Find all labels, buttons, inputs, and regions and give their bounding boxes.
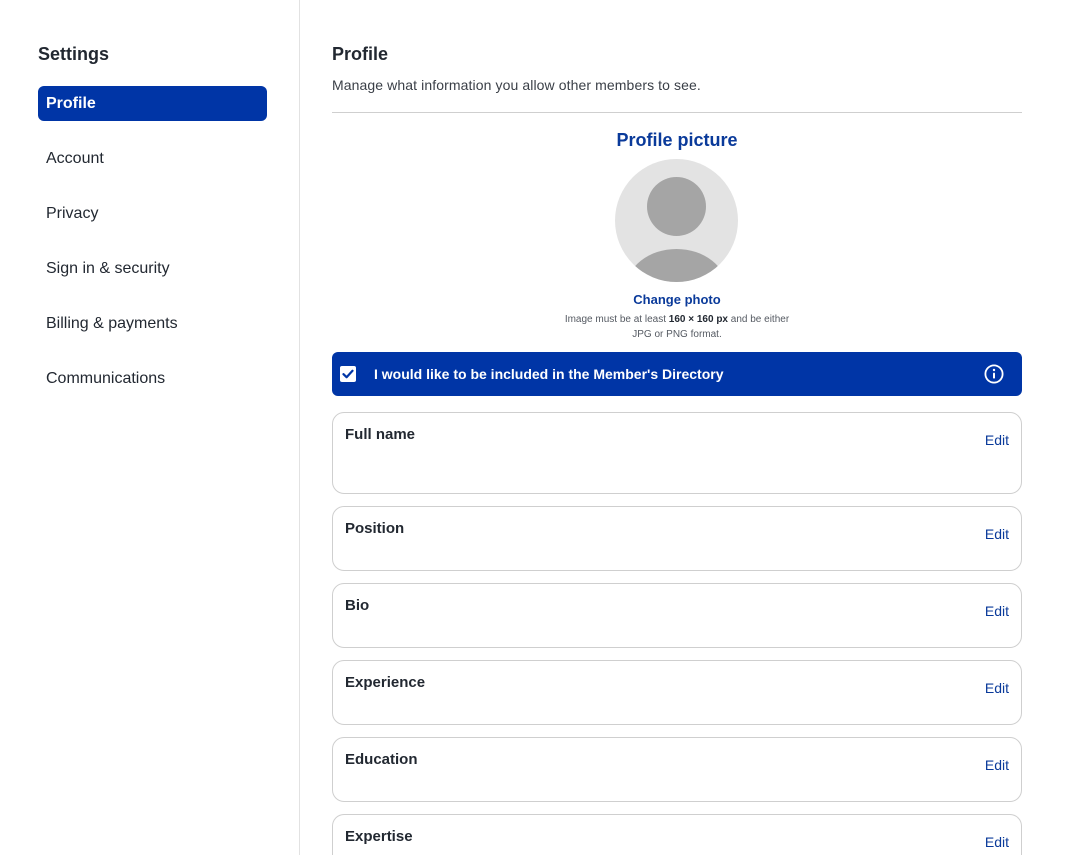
photo-requirements-hint: Image must be at least 160 × 160 px and … [332, 312, 1022, 342]
sidebar-item-account[interactable]: Account [38, 141, 267, 176]
hint-size: 160 × 160 px [668, 314, 728, 325]
field-card-position: Position Edit [332, 506, 1022, 571]
field-card-full-name: Full name Edit [332, 412, 1022, 494]
edit-position-button[interactable]: Edit [985, 526, 1009, 542]
sidebar-item-privacy[interactable]: Privacy [38, 196, 267, 231]
settings-nav: Profile Account Privacy Sign in & securi… [38, 86, 267, 416]
field-label-full-name: Full name [345, 426, 416, 443]
sidebar-item-billing-payments[interactable]: Billing & payments [38, 306, 267, 341]
edit-experience-button[interactable]: Edit [985, 680, 1009, 696]
avatar-body [626, 249, 727, 282]
change-photo-link[interactable]: Change photo [332, 292, 1022, 307]
sidebar-item-profile[interactable]: Profile [38, 86, 267, 121]
checkmark-icon [342, 369, 354, 379]
avatar-placeholder-icon[interactable] [615, 159, 738, 282]
edit-bio-button[interactable]: Edit [985, 603, 1009, 619]
profile-picture-title: Profile picture [616, 130, 738, 150]
sidebar-title: Settings [38, 44, 110, 64]
settings-sidebar: Settings Profile Account Privacy Sign in… [0, 0, 300, 855]
page-subtitle: Manage what information you allow other … [332, 77, 701, 93]
hint-prefix: Image must be at least [564, 314, 669, 325]
hint-formats: JPG or PNG format. [632, 329, 722, 340]
sidebar-item-communications[interactable]: Communications [38, 361, 267, 396]
page-title: Profile [332, 44, 389, 64]
hint-mid: and be either [728, 314, 790, 325]
edit-education-button[interactable]: Edit [985, 757, 1009, 773]
header-divider [332, 112, 1022, 113]
field-card-experience: Experience Edit [332, 660, 1022, 725]
edit-full-name-button[interactable]: Edit [985, 432, 1009, 448]
field-card-expertise: Expertise Edit [332, 814, 1022, 855]
field-label-position: Position [345, 520, 405, 537]
field-label-bio: Bio [345, 597, 370, 614]
edit-expertise-button[interactable]: Edit [985, 834, 1009, 850]
field-label-experience: Experience [345, 674, 426, 691]
sidebar-item-sign-in-security[interactable]: Sign in & security [38, 251, 267, 286]
member-directory-checkbox[interactable] [340, 366, 356, 382]
field-card-education: Education Edit [332, 737, 1022, 802]
field-card-bio: Bio Edit [332, 583, 1022, 648]
field-label-education: Education [345, 751, 418, 768]
member-directory-label: I would like to be included in the Membe… [374, 366, 724, 382]
avatar-head [647, 177, 706, 236]
member-directory-banner: I would like to be included in the Membe… [332, 352, 1022, 396]
field-label-expertise: Expertise [345, 828, 413, 845]
info-icon[interactable] [984, 364, 1004, 384]
